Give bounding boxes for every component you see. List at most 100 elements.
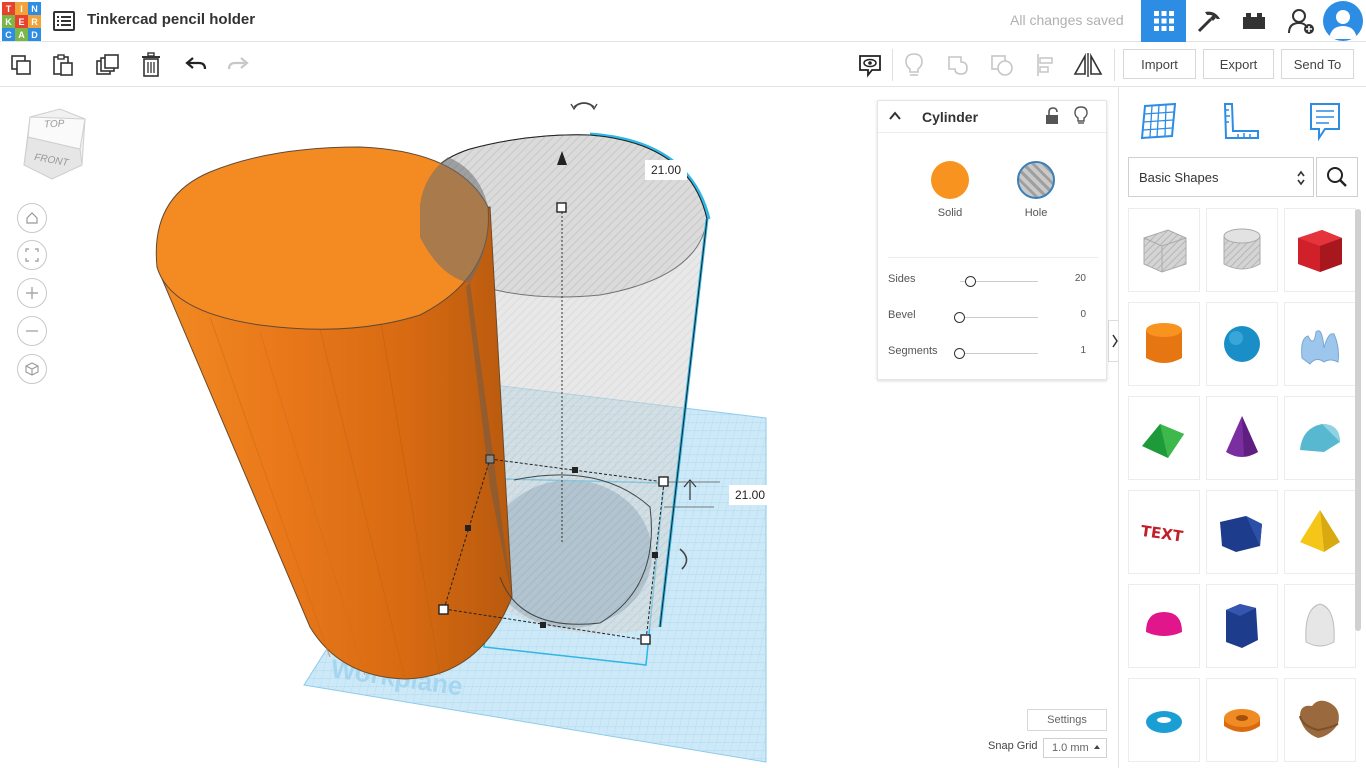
- property-slider-knob[interactable]: [954, 312, 965, 323]
- paste-button[interactable]: [48, 51, 78, 79]
- edge-handle[interactable]: [652, 552, 658, 558]
- dimension-top-label[interactable]: 21.00: [645, 160, 688, 180]
- hide-button[interactable]: [1074, 106, 1088, 131]
- delete-button[interactable]: [136, 51, 166, 79]
- corner-handle[interactable]: [640, 634, 651, 645]
- edge-handle[interactable]: [572, 467, 578, 473]
- shape-tile-polygon[interactable]: [1206, 584, 1278, 668]
- box-shape-icon: [1298, 230, 1342, 272]
- workplane-tool-button[interactable]: [1138, 101, 1178, 141]
- ungroup-icon: [991, 55, 1013, 76]
- edge-handle[interactable]: [465, 525, 471, 531]
- notes-tool-button[interactable]: [1305, 101, 1345, 141]
- project-title[interactable]: Tinkercad pencil holder: [87, 11, 255, 28]
- view-cube[interactable]: TOP FRONT: [20, 105, 90, 183]
- solid-option[interactable]: Solid: [920, 161, 980, 219]
- orange-cylinder[interactable]: [155, 146, 513, 680]
- align-button[interactable]: [1031, 51, 1061, 79]
- mirror-icon: [1073, 52, 1103, 77]
- user-avatar[interactable]: [1323, 1, 1363, 41]
- blocks-view-button[interactable]: [1186, 0, 1231, 42]
- logo-letter: T: [2, 2, 15, 15]
- property-value[interactable]: 0: [1080, 309, 1086, 320]
- zoom-in-button[interactable]: [17, 278, 47, 308]
- fit-view-button[interactable]: [17, 240, 47, 270]
- cone-shape-icon: [1226, 416, 1258, 457]
- shape-tile-roof[interactable]: [1128, 396, 1200, 480]
- home-view-button[interactable]: [17, 203, 47, 233]
- height-handle[interactable]: [556, 202, 567, 213]
- shape-tile-prism[interactable]: [1206, 490, 1278, 574]
- property-label: Segments: [888, 345, 938, 357]
- corner-handle[interactable]: [658, 476, 669, 487]
- notes-button[interactable]: [855, 51, 885, 79]
- send-to-button[interactable]: Send To: [1281, 49, 1354, 79]
- property-slider-knob[interactable]: [954, 348, 965, 359]
- shape-tile-heart[interactable]: [1284, 678, 1356, 762]
- property-slider-track[interactable]: [960, 353, 1038, 354]
- zoom-out-button[interactable]: [17, 316, 47, 346]
- cylinder-hole-shape-icon: [1223, 228, 1261, 270]
- ruler-tool-button[interactable]: [1220, 101, 1260, 141]
- light-button[interactable]: [899, 51, 929, 79]
- hole-swatch[interactable]: [1017, 161, 1055, 199]
- corner-handle[interactable]: [438, 604, 449, 615]
- shape-search-button[interactable]: [1316, 157, 1358, 197]
- shape-tile-torus[interactable]: [1128, 678, 1200, 762]
- import-button[interactable]: Import: [1123, 49, 1196, 79]
- tinkercad-logo[interactable]: TINKERCAD: [2, 2, 41, 41]
- duplicate-button[interactable]: [93, 51, 123, 79]
- inspector-header: Cylinder: [878, 101, 1106, 133]
- 3d-design-view-button[interactable]: [1141, 0, 1186, 42]
- corner-handle[interactable]: [485, 454, 495, 464]
- shape-tile-cylinder-hole[interactable]: [1206, 208, 1278, 292]
- list-icon[interactable]: [52, 9, 76, 33]
- ungroup-button[interactable]: [987, 51, 1017, 79]
- bricks-icon: [1242, 13, 1265, 29]
- copy-icon: [11, 55, 31, 75]
- shape-tile-cone[interactable]: [1206, 396, 1278, 480]
- bricks-view-button[interactable]: [1231, 0, 1276, 42]
- shape-library-select[interactable]: Basic Shapes: [1128, 157, 1314, 197]
- shape-tile-sphere[interactable]: [1206, 302, 1278, 386]
- shape-tile-text[interactable]: TEXT: [1128, 490, 1200, 574]
- property-value[interactable]: 1: [1080, 345, 1086, 356]
- shape-tile-round-roof[interactable]: [1284, 396, 1356, 480]
- hole-option[interactable]: Hole: [1006, 161, 1066, 219]
- property-slider-knob[interactable]: [964, 276, 976, 287]
- snap-grid-select[interactable]: 1.0 mm: [1043, 738, 1107, 758]
- undo-button[interactable]: [181, 51, 211, 79]
- property-value[interactable]: 20: [1075, 273, 1086, 284]
- settings-button[interactable]: Settings: [1027, 709, 1107, 731]
- perspective-button[interactable]: [17, 354, 47, 384]
- shape-tile-cylinder[interactable]: [1128, 302, 1200, 386]
- shape-tile-box-hole[interactable]: [1128, 208, 1200, 292]
- dimension-side-label[interactable]: 21.00: [729, 485, 772, 505]
- shape-tile-box[interactable]: [1284, 208, 1356, 292]
- shape-tile-paraboloid[interactable]: [1284, 584, 1356, 668]
- redo-button[interactable]: [223, 51, 253, 79]
- shape-tile-tube[interactable]: [1206, 678, 1278, 762]
- property-slider-track[interactable]: [960, 317, 1038, 318]
- box-hole-shape-icon: [1143, 229, 1187, 273]
- logo-letter: C: [2, 28, 15, 41]
- shape-tile-scribble[interactable]: [1284, 302, 1356, 386]
- invite-user-button[interactable]: [1278, 0, 1323, 42]
- copy-button[interactable]: [6, 51, 36, 79]
- lock-button[interactable]: [1044, 107, 1060, 130]
- export-button[interactable]: Export: [1203, 49, 1274, 79]
- polygon-shape-icon: [1226, 604, 1258, 648]
- edge-handle[interactable]: [540, 622, 546, 628]
- shapes-scrollbar[interactable]: [1355, 209, 1361, 631]
- shape-tile-pyramid[interactable]: [1284, 490, 1356, 574]
- note-icon: [1310, 103, 1340, 141]
- toolbar: Import Export Send To: [0, 43, 1366, 87]
- prism-shape-icon: [1220, 516, 1262, 552]
- shape-tile-half-sphere[interactable]: [1128, 584, 1200, 668]
- collapse-inspector-button[interactable]: [888, 109, 902, 128]
- group-button[interactable]: [943, 51, 973, 79]
- duplicate-icon: [96, 54, 119, 75]
- ruler-icon: [1223, 103, 1259, 139]
- mirror-button[interactable]: [1073, 51, 1103, 79]
- solid-color-swatch[interactable]: [931, 161, 969, 199]
